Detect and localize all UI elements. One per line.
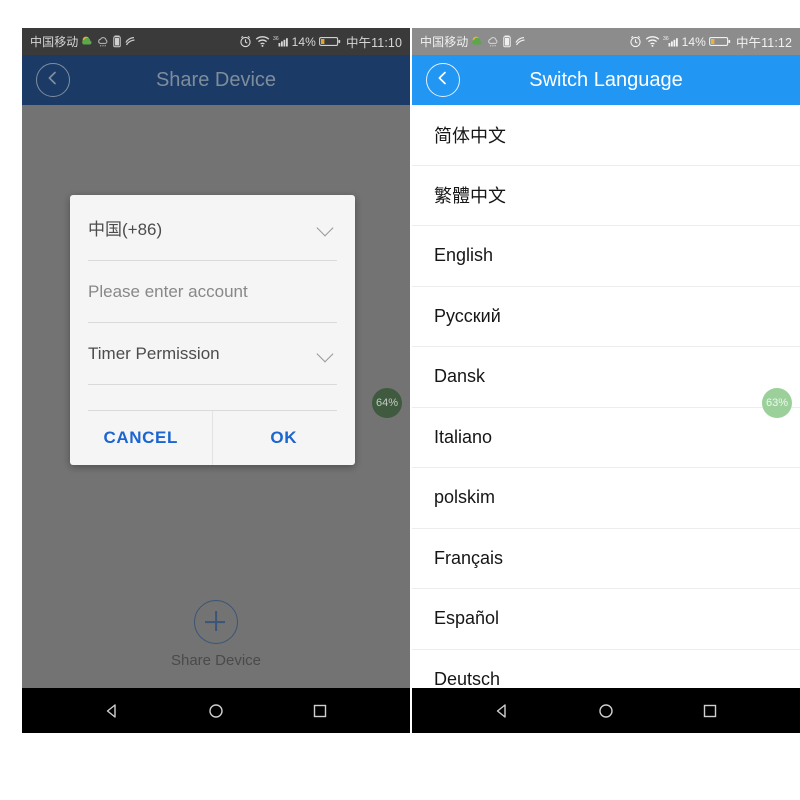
- wifi-icon: [645, 35, 660, 48]
- page-title: Switch Language: [529, 68, 683, 91]
- list-item[interactable]: English: [412, 226, 800, 287]
- share-device-footer[interactable]: Share Device: [22, 588, 410, 688]
- sync-icon: [514, 35, 527, 48]
- weather-icon: [81, 35, 94, 48]
- ok-button[interactable]: OK: [213, 411, 356, 465]
- signal-icon: 36: [663, 35, 679, 48]
- back-arrow-circle-icon: [435, 70, 451, 91]
- account-input-row[interactable]: Please enter account: [88, 261, 337, 323]
- weather-icon: [471, 35, 484, 48]
- battery-icon: [708, 35, 731, 48]
- share-device-screen: 中国(+86) Please enter account Timer Permi…: [22, 105, 410, 688]
- progress-badge: 64%: [372, 388, 402, 418]
- share-device-label: Share Device: [170, 652, 262, 669]
- triangle-back-icon[interactable]: [103, 702, 121, 720]
- triangle-back-icon[interactable]: [493, 702, 511, 720]
- app-bar: Share Device: [22, 55, 410, 105]
- android-nav-bar: [412, 688, 800, 733]
- dialog-spacer: [88, 385, 337, 411]
- status-bar: 中国移动: [412, 28, 800, 55]
- battery-small-icon: [113, 35, 122, 48]
- progress-badge: 63%: [762, 388, 792, 418]
- list-item[interactable]: Français: [412, 529, 800, 589]
- status-bar: 中国移动: [22, 28, 410, 55]
- battery-icon: [318, 35, 341, 48]
- sync-icon: [124, 35, 137, 48]
- chevron-down-icon[interactable]: [317, 222, 337, 234]
- status-bar-right: 36 14% 中午11:10: [239, 32, 402, 51]
- chevron-down-icon[interactable]: [317, 348, 337, 360]
- list-item[interactable]: Deutsch: [412, 650, 800, 688]
- dialog-actions: CANCEL OK: [70, 411, 355, 465]
- back-arrow-circle-icon: [45, 70, 61, 91]
- phone-screenshot-right: 中国移动 36 14% 中午11:12 Switch Language 简体中文…: [412, 28, 800, 733]
- cloud-icon: [97, 35, 110, 48]
- battery-small-icon: [503, 35, 512, 48]
- page-title: Share Device: [155, 68, 277, 91]
- back-button[interactable]: [36, 63, 70, 97]
- account-input[interactable]: Please enter account: [88, 282, 337, 302]
- back-button[interactable]: [426, 63, 460, 97]
- carrier-label: 中国移动: [30, 35, 79, 49]
- clock-label: 中午11:10: [345, 36, 402, 50]
- svg-text:36: 36: [273, 36, 279, 42]
- status-bar-right: 36 14% 中午11:12: [629, 32, 792, 51]
- signal-icon: 36: [273, 35, 289, 48]
- list-item[interactable]: Italiano: [412, 408, 800, 468]
- permission-select-row[interactable]: Timer Permission: [88, 323, 337, 385]
- list-item[interactable]: Dansk: [412, 347, 800, 408]
- list-item[interactable]: 简体中文: [412, 105, 800, 166]
- carrier-label: 中国移动: [420, 35, 469, 49]
- android-nav-bar: [22, 688, 410, 733]
- svg-text:36: 36: [663, 36, 669, 42]
- square-recents-icon[interactable]: [701, 702, 719, 720]
- cloud-icon: [487, 35, 500, 48]
- share-dialog: 中国(+86) Please enter account Timer Permi…: [70, 195, 355, 465]
- country-select-row[interactable]: 中国(+86): [88, 195, 337, 261]
- screenshot-stage: 中国移动 36 14% 中午11:10 Share Device 中国(+86)…: [0, 0, 800, 800]
- square-recents-icon[interactable]: [311, 702, 329, 720]
- app-bar: Switch Language: [412, 55, 800, 105]
- permission-value: Timer Permission: [88, 343, 220, 363]
- plus-circle-icon[interactable]: [194, 600, 238, 644]
- alarm-icon: [239, 35, 252, 48]
- wifi-icon: [255, 35, 270, 48]
- language-list: 简体中文 繁體中文 English Русский Dansk Italiano…: [412, 105, 800, 688]
- status-bar-left: 中国移动: [420, 33, 527, 50]
- country-value: 中国(+86): [88, 220, 163, 239]
- list-item[interactable]: 繁體中文: [412, 166, 800, 226]
- circle-home-icon[interactable]: [207, 702, 225, 720]
- list-item[interactable]: Español: [412, 589, 800, 650]
- list-item[interactable]: polskim: [412, 468, 800, 529]
- battery-percent-label: 14%: [681, 34, 706, 49]
- cancel-button[interactable]: CANCEL: [70, 411, 213, 465]
- alarm-icon: [629, 35, 642, 48]
- clock-label: 中午11:12: [735, 36, 792, 50]
- phone-screenshot-left: 中国移动 36 14% 中午11:10 Share Device 中国(+86)…: [22, 28, 410, 733]
- list-item[interactable]: Русский: [412, 287, 800, 347]
- battery-percent-label: 14%: [291, 34, 316, 49]
- status-bar-left: 中国移动: [30, 33, 137, 50]
- circle-home-icon[interactable]: [597, 702, 615, 720]
